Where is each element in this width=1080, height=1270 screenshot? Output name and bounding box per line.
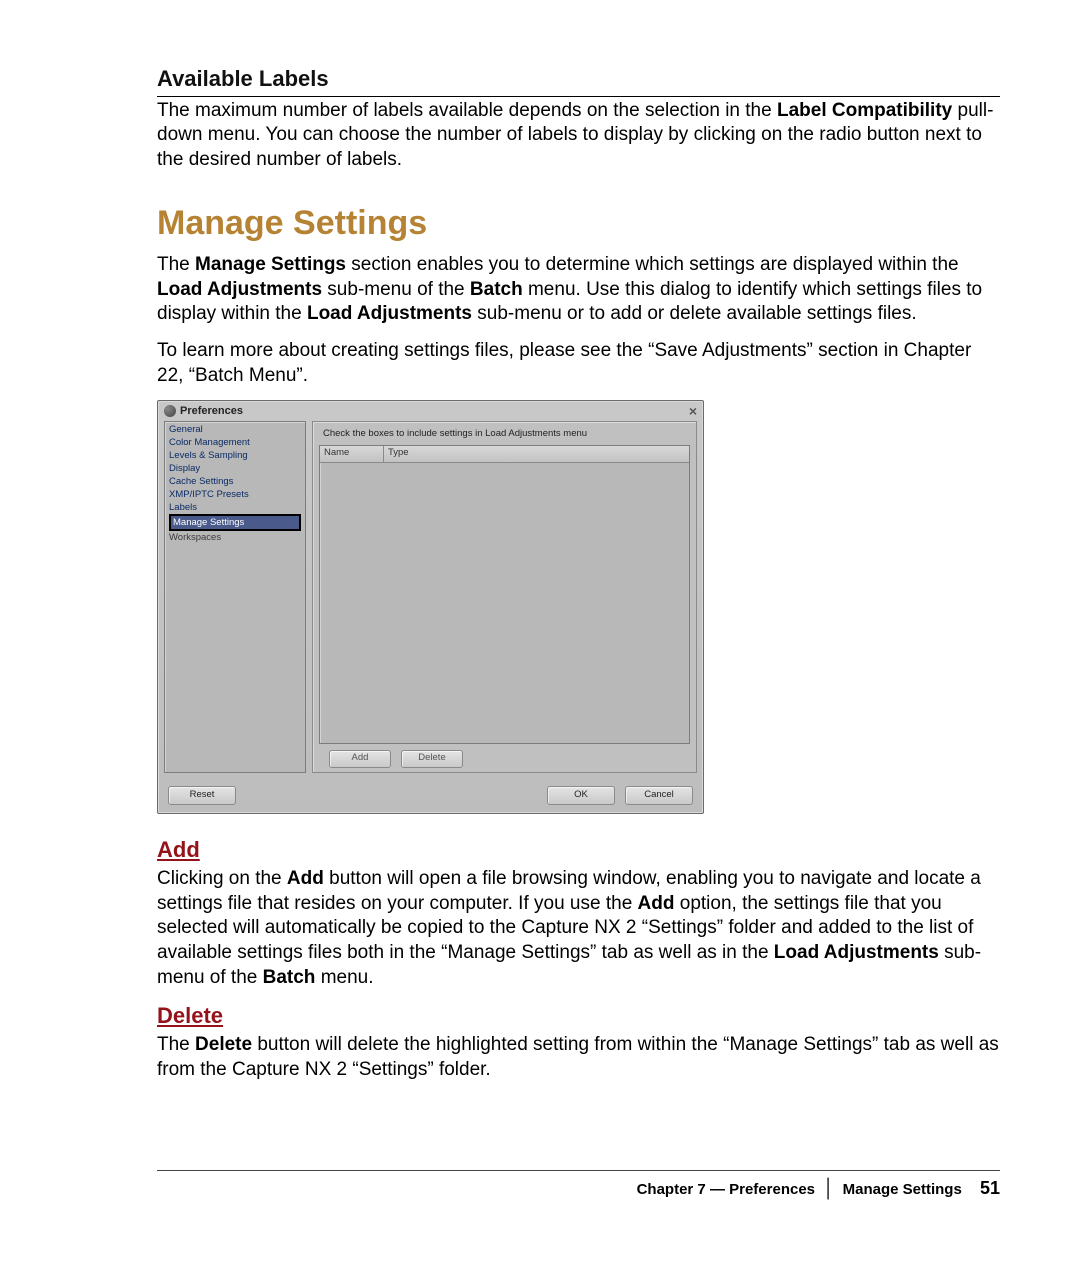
settings-table: Name Type [319, 445, 690, 745]
bold-text: Label Compatibility [777, 100, 952, 121]
close-icon[interactable]: × [689, 404, 697, 418]
heading-delete: Delete [157, 1002, 1000, 1031]
dialog-footer: Reset OK Cancel [158, 781, 703, 813]
text: The [157, 1034, 195, 1055]
bold-text: Delete [195, 1034, 252, 1055]
bold-text: Add [287, 868, 324, 889]
heading-add: Add [157, 836, 1000, 865]
text: The [157, 254, 195, 275]
preferences-dialog: Preferences × General Color Management L… [157, 400, 704, 814]
paragraph-manage-settings-2: To learn more about creating settings fi… [157, 339, 1000, 388]
sidebar-item-xmp-iptc-presets[interactable]: XMP/IPTC Presets [167, 488, 303, 501]
sidebar-item-manage-settings[interactable]: Manage Settings [169, 514, 301, 531]
paragraph-manage-settings-1: The Manage Settings section enables you … [157, 253, 1000, 327]
text: sub-menu of the [322, 279, 470, 300]
dialog-main-panel: Check the boxes to include settings in L… [312, 421, 697, 773]
footer-section: Manage Settings [843, 1181, 962, 1198]
text: sub-menu or to add or delete available s… [472, 303, 917, 324]
heading-manage-settings: Manage Settings [157, 201, 1000, 245]
text: The maximum number of labels available d… [157, 100, 777, 121]
sidebar-item-color-management[interactable]: Color Management [167, 436, 303, 449]
dialog-instruction: Check the boxes to include settings in L… [323, 428, 690, 440]
document-page: Available Labels The maximum number of l… [0, 0, 1080, 1270]
bold-text: Load Adjustments [307, 303, 472, 324]
bold-text: Manage Settings [195, 254, 346, 275]
column-name[interactable]: Name [320, 446, 384, 462]
paragraph-delete: The Delete button will delete the highli… [157, 1033, 1000, 1082]
text: Clicking on the [157, 868, 287, 889]
dialog-title: Preferences [164, 404, 243, 418]
footer-page-number: 51 [980, 1178, 1000, 1198]
delete-button[interactable]: Delete [401, 750, 463, 768]
table-buttons: Add Delete [319, 744, 690, 768]
bold-text: Load Adjustments [774, 942, 939, 963]
app-icon [164, 405, 176, 417]
text: section enables you to determine which s… [346, 254, 959, 275]
table-header: Name Type [320, 446, 689, 463]
dialog-titlebar: Preferences × [158, 401, 703, 421]
sidebar-item-workspaces[interactable]: Workspaces [167, 531, 303, 544]
column-type[interactable]: Type [384, 446, 689, 462]
dialog-title-text: Preferences [180, 404, 243, 418]
page-footer: Chapter 7 — Preferences │ Manage Setting… [157, 1170, 1000, 1200]
sidebar-item-general[interactable]: General [167, 423, 303, 436]
text: button will delete the highlighted setti… [157, 1034, 999, 1080]
text: menu. [315, 967, 373, 988]
sidebar-item-display[interactable]: Display [167, 462, 303, 475]
paragraph-add: Clicking on the Add button will open a f… [157, 867, 1000, 990]
heading-available-labels: Available Labels [157, 65, 1000, 97]
preferences-sidebar: General Color Management Levels & Sampli… [164, 421, 306, 773]
cancel-button[interactable]: Cancel [625, 786, 693, 805]
sidebar-item-cache-settings[interactable]: Cache Settings [167, 475, 303, 488]
sidebar-item-levels-sampling[interactable]: Levels & Sampling [167, 449, 303, 462]
reset-button[interactable]: Reset [168, 786, 236, 805]
bold-text: Add [638, 893, 675, 914]
bold-text: Batch [263, 967, 316, 988]
bold-text: Batch [470, 279, 523, 300]
sidebar-item-labels[interactable]: Labels [167, 501, 303, 514]
dialog-body: General Color Management Levels & Sampli… [158, 421, 703, 781]
footer-divider: │ [823, 1178, 834, 1198]
footer-chapter: Chapter 7 — Preferences [637, 1181, 815, 1198]
paragraph-available-labels: The maximum number of labels available d… [157, 99, 1000, 173]
bold-text: Load Adjustments [157, 279, 322, 300]
add-button[interactable]: Add [329, 750, 391, 768]
ok-button[interactable]: OK [547, 786, 615, 805]
